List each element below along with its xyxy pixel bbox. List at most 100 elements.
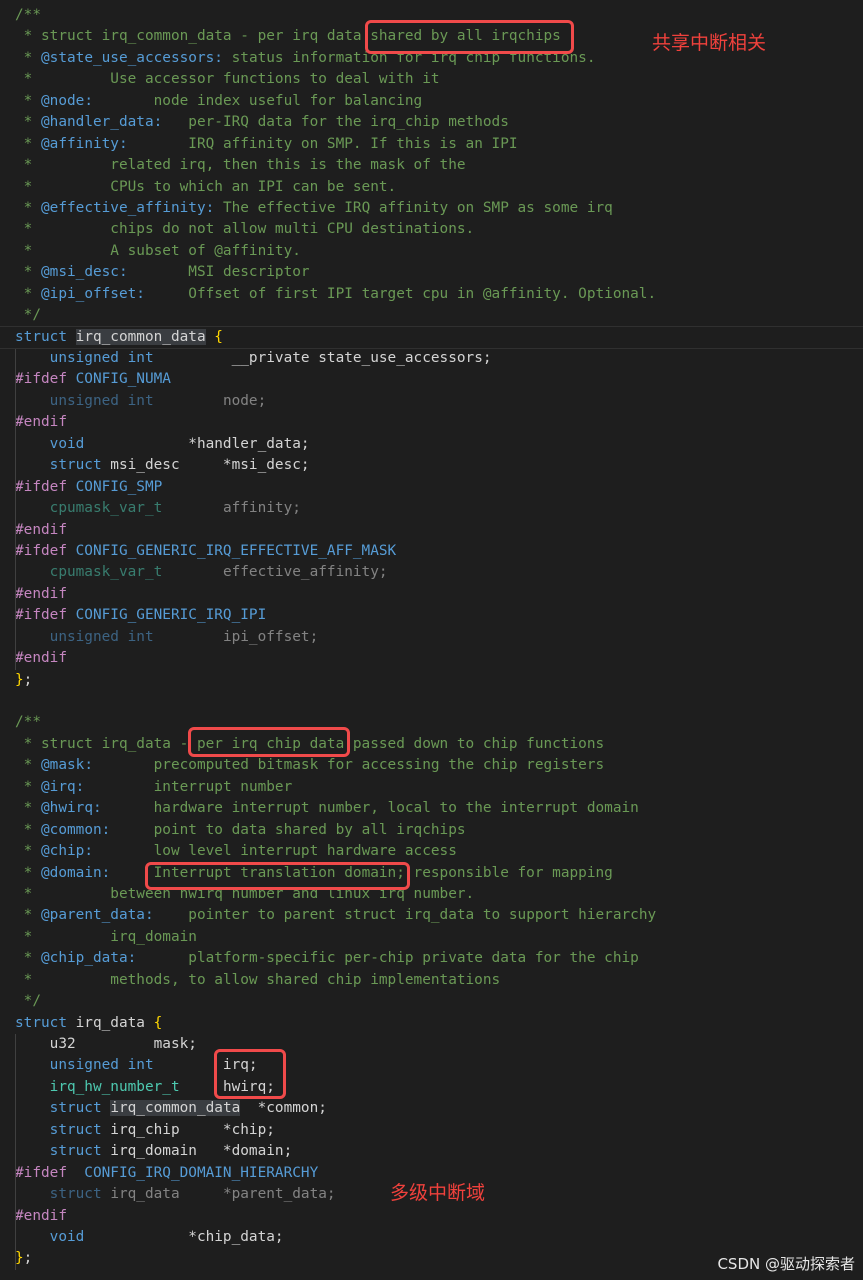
code-token: * [15,135,41,152]
code-line[interactable] [15,691,863,712]
code-token: __private state_use_accessors; [153,350,492,366]
highlight-box-shared-by-all-irqchips [365,20,574,54]
code-line[interactable]: struct irq_common_data *common; [15,1098,863,1120]
annotation-hierarchy-domain: 多级中断域 [390,1182,486,1204]
code-line[interactable]: #endif [15,412,863,434]
code-line[interactable]: struct irq_domain *domain; [15,1141,863,1163]
code-token: { [153,1014,163,1031]
code-line[interactable]: * related irq, then this is the mask of … [15,155,863,176]
code-line[interactable]: #ifdef CONFIG_GENERIC_IRQ_IPI [15,605,863,627]
code-line[interactable]: * @affinity: IRQ affinity on SMP. If thi… [15,134,863,155]
code-token: } [15,671,24,688]
code-line[interactable]: cpumask_var_t affinity; [15,498,863,520]
code-line[interactable]: void *chip_data; [15,1226,863,1249]
indent-guide [15,583,16,606]
code-line[interactable]: * struct irq_data - per irq chip data pa… [15,734,863,755]
code-line[interactable]: */ [15,991,863,1012]
code-line[interactable]: * @parent_data: pointer to parent struct… [15,905,863,926]
code-line[interactable]: * CPUs to which an IPI can be sent. [15,177,863,198]
indent-guide [15,476,16,499]
code-token: * [15,285,41,302]
code-line[interactable]: void *handler_data; [15,433,863,456]
code-line[interactable]: * @hwirq: hardware interrupt number, loc… [15,798,863,819]
code-token: low level interrupt hardware access [92,843,457,860]
code-line[interactable]: cpumask_var_t effective_affinity; [15,562,863,584]
highlight-box-irq-hwirq [214,1049,286,1099]
highlight-box-per-irq-chip-data [188,727,350,757]
code-line[interactable]: unsigned int __private state_use_accesso… [15,348,863,370]
code-token: effective_affinity; [222,564,388,581]
code-line[interactable]: #endif [15,1205,863,1227]
code-token: struct [15,1014,67,1031]
code-line[interactable]: * @node: node index useful for balancing [15,91,863,112]
code-token: struct [49,1143,102,1160]
code-line[interactable]: #ifdef CONFIG_NUMA [15,369,863,391]
indent-guide [15,433,16,456]
code-line[interactable]: * @mask: precomputed bitmask for accessi… [15,755,863,776]
code-token: @chip_data: [41,950,137,967]
code-line[interactable]: * irq_domain [15,927,863,948]
code-line[interactable]: * chips do not allow multi CPU destinati… [15,219,863,240]
code-line[interactable]: * @effective_affinity: The effective IRQ… [15,198,863,219]
code-editor[interactable]: /** * struct irq_common_data - per irq d… [15,5,863,1270]
code-line[interactable]: unsigned int irq; [15,1055,863,1077]
code-line[interactable]: */ [15,305,863,326]
code-token: @ipi_offset: [41,285,145,302]
code-line[interactable]: unsigned int node; [15,390,863,413]
code-token: void [49,1228,85,1245]
code-line[interactable]: u32 mask; [15,1034,863,1056]
code-token: * CPUs to which an IPI can be sent. [15,178,397,195]
code-token: #endif [15,414,67,431]
code-line[interactable]: #endif [15,583,863,606]
code-line[interactable]: * @msi_desc: MSI descriptor [15,262,863,283]
code-line[interactable]: * methods, to allow shared chip implemen… [15,970,863,991]
code-token: MSI descriptor [127,264,310,281]
indent-guide [15,1098,16,1120]
highlight-box-interrupt-translation-domain [145,862,410,890]
indent-guide [15,1119,16,1142]
code-line[interactable]: struct irq_chip *chip; [15,1119,863,1142]
code-line[interactable]: irq_hw_number_t hwirq; [15,1076,863,1099]
code-line[interactable]: #endif [15,648,863,670]
code-line[interactable]: * @ipi_offset: Offset of first IPI targe… [15,284,863,305]
code-token: CONFIG_GENERIC_IRQ_IPI [66,607,267,624]
code-line[interactable]: * @common: point to data shared by all i… [15,820,863,841]
code-token: /** [15,7,41,23]
code-line[interactable]: * @chip: low level interrupt hardware ac… [15,841,863,862]
code-line[interactable]: * @chip_data: platform-specific per-chip… [15,948,863,969]
code-token: @state_use_accessors: [41,49,223,66]
code-token: struct [49,1121,102,1138]
code-line[interactable]: * between hwirq number and linux irq num… [15,884,863,905]
code-token: * [15,49,41,66]
code-line[interactable]: * @irq: interrupt number [15,777,863,798]
code-line[interactable]: * Use accessor functions to deal with it [15,69,863,90]
code-line[interactable]: * @domain: Interrupt translation domain;… [15,863,863,884]
code-line[interactable]: * @handler_data: per-IRQ data for the ir… [15,112,863,133]
code-token: IRQ affinity on SMP. If this is an IPI [127,135,518,152]
code-token: irq_domain *domain; [101,1143,293,1160]
code-token: * [15,264,41,281]
code-line[interactable]: #ifdef CONFIG_GENERIC_IRQ_EFFECTIVE_AFF_… [15,540,863,563]
code-token: irq_common_data [110,1100,241,1117]
code-line[interactable]: }; [15,670,863,691]
code-line[interactable]: #ifdef CONFIG_SMP [15,476,863,499]
code-token: * [15,92,41,109]
code-token: * methods, to allow shared chip implemen… [15,971,501,988]
code-token: irq_chip *chip; [101,1121,275,1138]
indent-guide [15,1034,16,1056]
code-token: @msi_desc: [41,264,128,281]
code-line[interactable]: * A subset of @affinity. [15,241,863,262]
code-line[interactable]: struct msi_desc *msi_desc; [15,455,863,477]
code-token: #endif [15,521,67,538]
code-line[interactable]: struct irq_data { [15,1013,863,1034]
code-token: * [15,199,41,216]
code-token: msi_desc *msi_desc; [101,457,310,474]
code-line[interactable]: /** [15,712,863,733]
code-line[interactable]: unsigned int ipi_offset; [15,626,863,649]
code-line[interactable]: #endif [15,519,863,541]
